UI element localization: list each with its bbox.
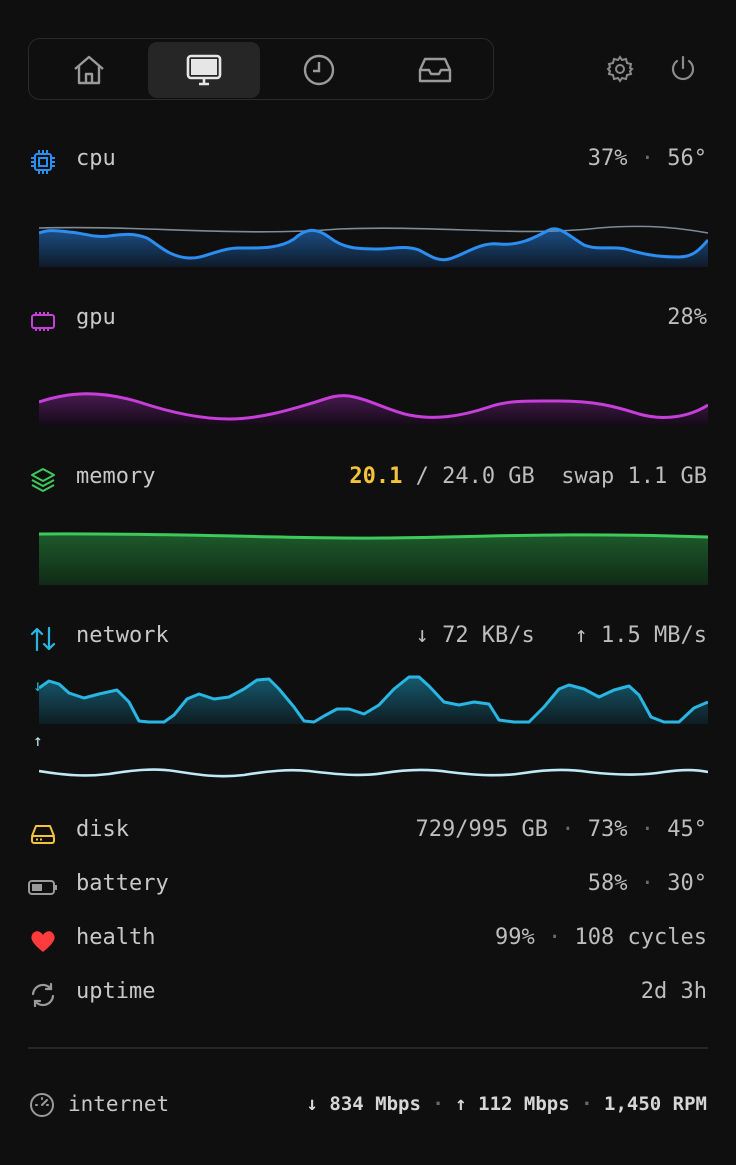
inbox-icon (418, 57, 452, 83)
memory-label: memory (76, 464, 156, 489)
separator: · (640, 146, 654, 171)
gpu-row: gpu 28% (0, 299, 736, 339)
disk-pct: 73% (587, 817, 628, 842)
memory-row: memory 20.1 / 24.0 GB swap 1.1 GB (0, 458, 736, 498)
memory-swap: swap 1.1 GB (561, 464, 707, 489)
clock-icon (303, 54, 335, 86)
health-row: health 99% · 108 cycles (0, 919, 736, 959)
monitor-icon (186, 54, 222, 86)
disk-value: 729/995 GB (415, 817, 548, 842)
cpu-graph (39, 225, 708, 267)
network-down: ↓ 72 KB/s (415, 623, 535, 648)
internet-stats: ↓ 834 Mbps · ↑ 112 Mbps · 1,450 RPM (307, 1093, 707, 1115)
gpu-label: gpu (76, 305, 116, 330)
cpu-chip-icon (31, 150, 55, 174)
heart-icon (31, 931, 55, 952)
battery-icon (28, 880, 57, 895)
cpu-stats: 37% · 56° (588, 146, 707, 171)
fan-rpm: 1,450 RPM (604, 1093, 707, 1115)
separator: · (561, 817, 575, 842)
cpu-row: cpu 37% · 56° (0, 140, 736, 180)
internet-up: ↑ 112 Mbps (455, 1093, 570, 1115)
hard-drive-icon (31, 825, 55, 844)
disk-row: disk 729/995 GB · 73% · 45° (0, 811, 736, 851)
layers-icon (31, 468, 55, 492)
disk-stats: 729/995 GB · 73% · 45° (416, 817, 707, 842)
internet-row: internet ↓ 834 Mbps · ↑ 112 Mbps · 1,450… (0, 1088, 736, 1124)
tab-inbox[interactable] (379, 42, 491, 98)
network-upload-graph (39, 768, 708, 778)
gpu-graph (39, 392, 708, 425)
tab-history[interactable] (263, 42, 375, 98)
health-stats: 99% · 108 cycles (495, 925, 707, 950)
network-stats: ↓ 72 KB/s ↑ 1.5 MB/s (416, 623, 707, 648)
gpu-usage: 28% (667, 305, 707, 330)
upload-arrow-label: ↑ (33, 731, 43, 750)
tab-home[interactable] (33, 42, 145, 98)
health-pct: 99% (495, 925, 535, 950)
refresh-icon (31, 982, 55, 1008)
separator: · (640, 817, 654, 842)
internet-label: internet (68, 1092, 170, 1116)
memory-used: 20.1 (349, 464, 403, 489)
memory-graph (39, 532, 708, 585)
battery-row: battery 58% · 30° (0, 865, 736, 905)
tab-system[interactable] (148, 42, 260, 98)
cpu-temp: 56° (667, 146, 707, 171)
divider (28, 1047, 708, 1049)
battery-stats: 58% · 30° (588, 871, 707, 896)
cpu-label: cpu (76, 146, 116, 171)
separator: · (581, 1093, 593, 1115)
health-cycles: 108 cycles (574, 925, 707, 950)
network-label: network (76, 623, 169, 648)
tab-bar (28, 38, 494, 100)
home-icon (74, 55, 104, 85)
battery-pct: 58% (587, 871, 628, 896)
separator: · (432, 1093, 444, 1115)
disk-temp: 45° (667, 817, 707, 842)
uptime-value: 2d 3h (640, 979, 707, 1004)
network-up: ↑ 1.5 MB/s (574, 623, 707, 648)
uptime-row: uptime 2d 3h (0, 973, 736, 1013)
speedometer-icon (30, 1093, 54, 1117)
cpu-usage: 37% (587, 146, 628, 171)
network-row: network ↓ 72 KB/s ↑ 1.5 MB/s (0, 617, 736, 657)
power-icon[interactable] (668, 54, 698, 84)
gear-icon[interactable] (605, 54, 635, 84)
separator: · (548, 925, 562, 950)
memory-total: / 24.0 GB (402, 464, 535, 489)
battery-temp: 30° (667, 871, 707, 896)
internet-down: ↓ 834 Mbps (306, 1093, 421, 1115)
memory-stats: 20.1 / 24.0 GB swap 1.1 GB (349, 464, 707, 489)
up-down-arrows-icon (30, 626, 56, 652)
health-label: health (76, 925, 156, 950)
battery-label: battery (76, 871, 169, 896)
disk-label: disk (76, 817, 129, 842)
uptime-label: uptime (76, 979, 156, 1004)
network-download-graph (39, 675, 708, 724)
separator: · (640, 871, 654, 896)
gpu-icon (31, 312, 55, 331)
